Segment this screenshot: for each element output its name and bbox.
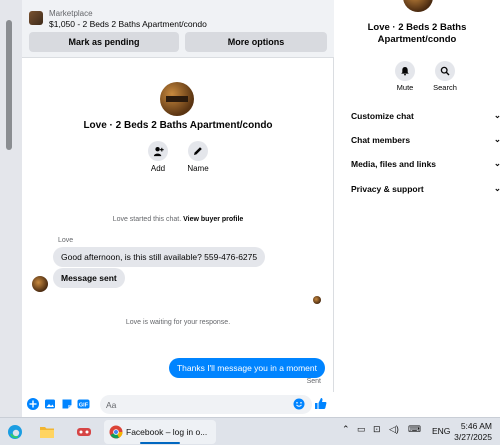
sticker-icon[interactable] — [60, 397, 73, 410]
name-label: Name — [187, 164, 209, 173]
bell-icon — [401, 67, 409, 76]
listing-thumbnail[interactable] — [29, 11, 43, 25]
clock-time: 5:46 AM — [460, 421, 492, 431]
thumbs-up-icon[interactable] — [314, 397, 327, 410]
section-label: Chat members — [351, 134, 411, 145]
game-app-icon[interactable] — [75, 423, 93, 441]
sender-name: Love — [58, 237, 74, 244]
chevron-down-icon: ⌄ — [493, 158, 500, 168]
profile-avatar[interactable] — [160, 82, 194, 116]
search-button[interactable] — [435, 61, 455, 81]
marketplace-label: Marketplace — [49, 9, 93, 18]
mute-label: Mute — [396, 83, 414, 92]
chevron-up-icon[interactable]: ⌃ — [342, 424, 350, 435]
marketplace-card: Marketplace $1,050 - 2 Beds 2 Baths Apar… — [22, 0, 334, 58]
info-avatar — [403, 0, 433, 12]
language-indicator[interactable]: ENG — [432, 426, 450, 436]
section-label: Media, files and links — [351, 158, 437, 169]
volume-icon[interactable]: ◁) — [389, 424, 399, 435]
incoming-message[interactable]: Message sent — [53, 268, 125, 288]
svg-text:GIF: GIF — [79, 402, 89, 408]
profile-name: Love · 2 Beds 2 Baths Apartment/condo — [83, 120, 273, 131]
chat-started-text: Love started this chat. — [112, 216, 182, 223]
taskbar: Facebook – log in o... ⌃ ▭ ⊡ ◁) ⌨ ENG 5:… — [0, 417, 500, 445]
composer: GIF Aa — [22, 392, 334, 417]
edit-name-button[interactable] — [188, 141, 208, 161]
search-icon — [440, 66, 450, 76]
incoming-message[interactable]: Good afternoon, is this still available?… — [53, 247, 266, 267]
chrome-icon — [109, 425, 123, 439]
gif-icon[interactable]: GIF — [77, 397, 90, 410]
add-person-icon — [153, 146, 164, 156]
listing-title[interactable]: $1,050 - 2 Beds 2 Baths Apartment/condo — [49, 19, 207, 29]
chat-started-notice: Love started this chat. View buyer profi… — [22, 216, 334, 223]
search-label: Search — [433, 83, 457, 92]
pencil-icon — [194, 147, 202, 155]
add-person-button[interactable] — [148, 141, 168, 161]
active-indicator — [140, 442, 180, 444]
taskbar-app-chrome[interactable]: Facebook – log in o... — [104, 420, 216, 444]
view-buyer-profile-link[interactable]: View buyer profile — [183, 216, 243, 223]
edge-icon[interactable] — [6, 423, 24, 441]
more-options-button[interactable]: More options — [185, 32, 327, 52]
outgoing-message[interactable]: Thanks I'll message you in a moment — [168, 358, 325, 378]
message-input[interactable]: Aa — [100, 395, 312, 414]
battery-icon[interactable]: ▭ — [357, 424, 366, 435]
scrollbar-thumb[interactable] — [6, 20, 12, 150]
info-name: Love · 2 Beds 2 Baths Apartment/condo — [367, 22, 467, 45]
keyboard-icon[interactable]: ⌨ — [408, 424, 421, 435]
sender-avatar[interactable] — [32, 276, 48, 292]
plus-icon[interactable] — [26, 397, 39, 410]
mark-as-pending-button[interactable]: Mark as pending — [29, 32, 179, 52]
clock-date: 3/27/2025 — [454, 432, 492, 442]
file-explorer-icon[interactable] — [38, 423, 56, 441]
screen: Marketplace $1,050 - 2 Beds 2 Baths Apar… — [0, 0, 500, 445]
chat-info-panel: Love · 2 Beds 2 Baths Apartment/condo Mu… — [334, 0, 500, 417]
chevron-down-icon: ⌄ — [493, 183, 500, 193]
add-label: Add — [150, 164, 166, 173]
taskbar-app-label: Facebook – log in o... — [126, 427, 208, 437]
image-icon[interactable] — [43, 397, 56, 410]
waiting-notice: Love is waiting for your response. — [125, 319, 231, 326]
clock[interactable]: 5:46 AM 3/27/2025 — [454, 421, 492, 443]
chat-window: Marketplace $1,050 - 2 Beds 2 Baths Apar… — [22, 0, 334, 417]
section-label: Privacy & support — [351, 183, 424, 194]
left-scroll-strip — [0, 0, 22, 417]
seen-avatar — [313, 296, 321, 304]
chevron-down-icon: ⌄ — [493, 134, 500, 144]
customize-chat-row[interactable]: Customize chat ⌄ — [351, 110, 500, 121]
emoji-icon[interactable] — [292, 397, 305, 410]
privacy-support-row[interactable]: Privacy & support ⌄ — [351, 183, 500, 194]
chat-members-row[interactable]: Chat members ⌄ — [351, 134, 500, 145]
chevron-down-icon: ⌄ — [493, 110, 500, 120]
mute-button[interactable] — [395, 61, 415, 81]
sent-status: Sent — [306, 378, 321, 385]
media-files-links-row[interactable]: Media, files and links ⌄ — [351, 158, 500, 169]
network-icon[interactable]: ⊡ — [373, 424, 381, 435]
section-label: Customize chat — [351, 110, 414, 121]
